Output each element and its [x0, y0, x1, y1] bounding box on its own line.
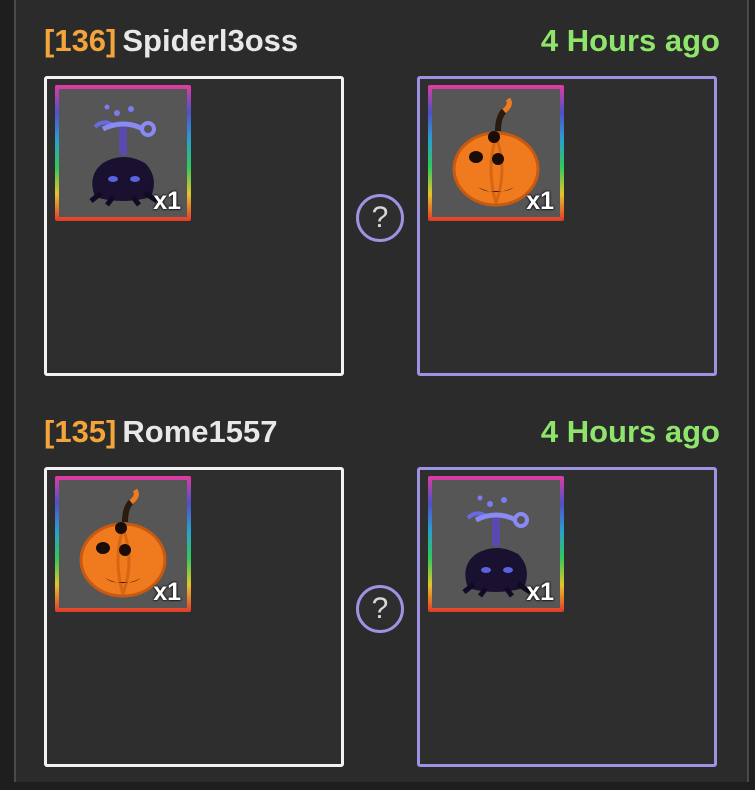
trade-time: 4 Hours ago [540, 23, 720, 58]
item-quantity: x1 [153, 187, 181, 215]
trade-header: [135] Rome1557 4 Hours ago [44, 407, 724, 457]
trade-id: [135] [44, 414, 117, 449]
offer-received[interactable]: x1 [417, 76, 717, 376]
offer-received[interactable]: x1 [417, 467, 717, 767]
trade-username[interactable]: Spiderl3oss [122, 23, 298, 58]
item-slot[interactable]: x1 [55, 476, 191, 612]
trade-info-button[interactable]: ? [356, 585, 404, 633]
bottom-frame [14, 782, 749, 790]
item-slot[interactable]: x1 [428, 85, 564, 221]
item-quantity: x1 [153, 578, 181, 606]
offer-given[interactable]: x1 [44, 467, 344, 767]
trade-username[interactable]: Rome1557 [122, 414, 277, 449]
item-quantity: x1 [526, 578, 554, 606]
right-frame [747, 0, 755, 790]
trade-info-button[interactable]: ? [356, 194, 404, 242]
left-frame [0, 0, 16, 790]
trade-time: 4 Hours ago [540, 414, 720, 449]
item-slot[interactable]: x1 [428, 476, 564, 612]
trade-header: [136] Spiderl3oss 4 Hours ago [44, 16, 724, 66]
trade-id: [136] [44, 23, 117, 58]
item-slot[interactable]: x1 [55, 85, 191, 221]
item-card: x1 [432, 480, 560, 608]
offer-given[interactable]: x1 [44, 76, 344, 376]
item-quantity: x1 [526, 187, 554, 215]
item-card: x1 [59, 89, 187, 217]
item-card: x1 [432, 89, 560, 217]
item-card: x1 [59, 480, 187, 608]
